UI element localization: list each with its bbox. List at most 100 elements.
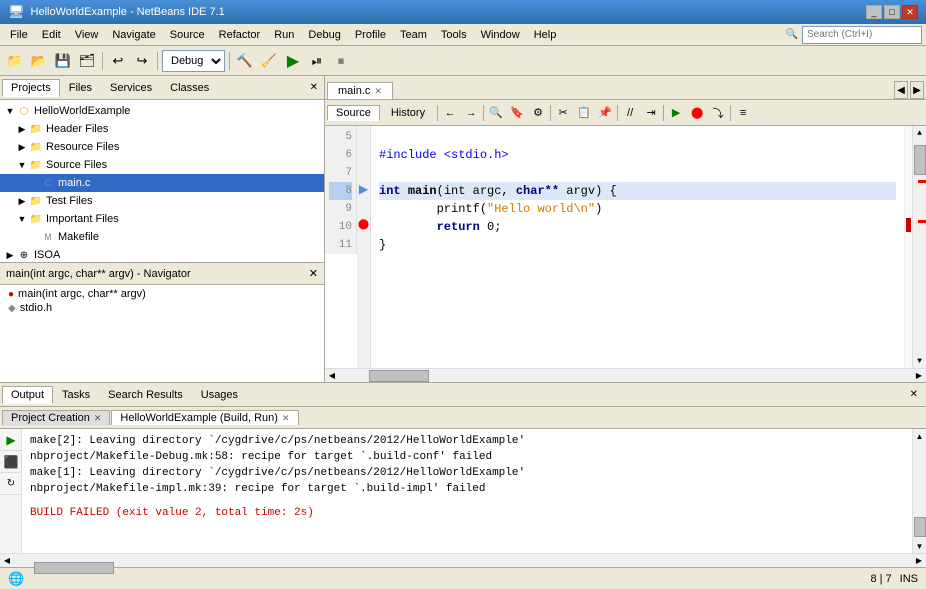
redo-button[interactable]: ↪ bbox=[131, 50, 153, 72]
maximize-button[interactable]: □ bbox=[884, 5, 900, 19]
menu-navigate[interactable]: Navigate bbox=[106, 27, 161, 43]
save-all-button[interactable]: 🗂 bbox=[76, 50, 98, 72]
output-hscroll-thumb[interactable] bbox=[34, 562, 114, 574]
menu-view[interactable]: View bbox=[69, 27, 105, 43]
hscroll-left-button[interactable]: ◀ bbox=[325, 369, 339, 383]
menu-source[interactable]: Source bbox=[164, 27, 211, 43]
output-run-button[interactable]: ▶ bbox=[0, 429, 22, 451]
tab-output[interactable]: Output bbox=[2, 386, 53, 404]
undo-button[interactable]: ↩ bbox=[107, 50, 129, 72]
menu-debug[interactable]: Debug bbox=[302, 27, 346, 43]
stop-button[interactable]: ⏹ bbox=[330, 50, 352, 72]
output-text-area[interactable]: make[2]: Leaving directory `/cygdrive/c/… bbox=[22, 429, 912, 553]
output-tab-project-close[interactable]: ✕ bbox=[94, 413, 102, 424]
build-button[interactable]: 🔨 bbox=[234, 50, 256, 72]
vscroll-thumb[interactable] bbox=[914, 145, 926, 175]
output-vscroll-thumb[interactable] bbox=[914, 517, 926, 537]
expand-important-icon[interactable]: ▼ bbox=[16, 214, 28, 224]
output-hscroll-right[interactable]: ▶ bbox=[912, 554, 926, 568]
et-comment-button[interactable]: // bbox=[620, 103, 640, 123]
vscroll-track[interactable] bbox=[913, 140, 926, 354]
expand-isoa-icon[interactable]: ▶ bbox=[4, 250, 16, 261]
editor-area[interactable]: 5 6 7 8 9 10 11 ▶ bbox=[325, 126, 926, 368]
project-tree[interactable]: ▼ ⬡ HelloWorldExample ▶ 📁 Header Files ▶… bbox=[0, 100, 324, 262]
menu-profile[interactable]: Profile bbox=[349, 27, 392, 43]
menu-run[interactable]: Run bbox=[268, 27, 300, 43]
expand-test-icon[interactable]: ▶ bbox=[16, 196, 28, 207]
vscroll-up-button[interactable]: ▲ bbox=[913, 126, 926, 140]
et-cut-button[interactable]: ✂ bbox=[553, 103, 573, 123]
list-item[interactable]: ▶ ⊕ ISOA bbox=[0, 246, 324, 262]
menu-team[interactable]: Team bbox=[394, 27, 433, 43]
output-vscroll[interactable]: ▲ ▼ bbox=[912, 429, 926, 553]
editor-hscroll[interactable]: ◀ ▶ bbox=[325, 368, 926, 382]
menu-help[interactable]: Help bbox=[528, 27, 563, 43]
open-button[interactable]: 📂 bbox=[28, 50, 50, 72]
menu-refactor[interactable]: Refactor bbox=[213, 27, 267, 43]
menu-edit[interactable]: Edit bbox=[36, 27, 67, 43]
navigator-close[interactable]: ✕ bbox=[309, 267, 318, 280]
menu-file[interactable]: File bbox=[4, 27, 34, 43]
menu-window[interactable]: Window bbox=[475, 27, 526, 43]
search-input[interactable] bbox=[802, 26, 922, 44]
close-button[interactable]: ✕ bbox=[902, 5, 918, 19]
list-item[interactable]: M Makefile bbox=[0, 228, 324, 246]
list-item[interactable]: ▶ 📁 Test Files bbox=[0, 192, 324, 210]
output-vscroll-down[interactable]: ▼ bbox=[913, 539, 926, 553]
tab-projects[interactable]: Projects bbox=[2, 79, 60, 97]
output-tab-build-close[interactable]: ✕ bbox=[282, 413, 290, 424]
bottom-panel-close[interactable]: ✕ bbox=[904, 387, 924, 402]
et-toggle-button[interactable]: ⚙ bbox=[528, 103, 548, 123]
expand-resource-icon[interactable]: ▶ bbox=[16, 142, 28, 153]
editor-vscroll[interactable]: ▲ ▼ bbox=[912, 126, 926, 368]
menu-tools[interactable]: Tools bbox=[435, 27, 473, 43]
et-paste-button[interactable]: 📌 bbox=[595, 103, 615, 123]
output-hscroll[interactable]: ◀ ▶ bbox=[0, 553, 926, 567]
output-hscroll-left[interactable]: ◀ bbox=[0, 554, 14, 568]
tab-search-results[interactable]: Search Results bbox=[99, 386, 192, 404]
run-button[interactable]: ▶ bbox=[282, 50, 304, 72]
et-debug-button[interactable]: ▶ bbox=[666, 103, 686, 123]
et-format-button[interactable]: ⇥ bbox=[641, 103, 661, 123]
output-vscroll-track[interactable] bbox=[913, 443, 926, 539]
hscroll-right-button[interactable]: ▶ bbox=[912, 369, 926, 383]
et-forward-button[interactable]: → bbox=[461, 103, 481, 123]
nav-item-main[interactable]: ● main(int argc, char** argv) bbox=[4, 287, 320, 301]
code-editor[interactable]: #include <stdio.h> int main(int argc, ch… bbox=[371, 126, 904, 368]
nav-item-stdio[interactable]: ◆ stdio.h bbox=[4, 301, 320, 315]
config-select[interactable]: Debug bbox=[162, 50, 225, 72]
tree-root[interactable]: ▼ ⬡ HelloWorldExample bbox=[0, 102, 324, 120]
clean-button[interactable]: 🧹 bbox=[258, 50, 280, 72]
list-item[interactable]: ▶ 📁 Resource Files bbox=[0, 138, 324, 156]
tab-scroll-right[interactable]: ▶ bbox=[910, 81, 924, 99]
hscroll-track[interactable] bbox=[339, 369, 912, 382]
hscroll-thumb[interactable] bbox=[369, 370, 429, 382]
vscroll-down-button[interactable]: ▼ bbox=[913, 354, 926, 368]
list-item[interactable]: ▼ 📁 Source Files bbox=[0, 156, 324, 174]
save-button[interactable]: 💾 bbox=[52, 50, 74, 72]
history-tab[interactable]: History bbox=[382, 105, 434, 121]
output-stop-button[interactable]: ⬛ bbox=[0, 451, 22, 473]
et-back-button[interactable]: ← bbox=[440, 103, 460, 123]
et-more-button[interactable]: ≡ bbox=[733, 103, 753, 123]
et-breakpoint-button[interactable]: ⬤ bbox=[687, 103, 707, 123]
editor-tab-close[interactable]: ✕ bbox=[374, 86, 382, 97]
list-item[interactable]: ▶ 📁 Header Files bbox=[0, 120, 324, 138]
et-step-button[interactable]: ⤵ bbox=[708, 103, 728, 123]
tab-usages[interactable]: Usages bbox=[192, 386, 247, 404]
et-bookmark-button[interactable]: 🔖 bbox=[507, 103, 527, 123]
list-item[interactable]: ▼ 📁 Important Files bbox=[0, 210, 324, 228]
left-panel-close[interactable]: ✕ bbox=[306, 80, 322, 95]
et-copy-button[interactable]: 📋 bbox=[574, 103, 594, 123]
tab-classes[interactable]: Classes bbox=[161, 79, 218, 97]
output-tab-project-creation[interactable]: Project Creation ✕ bbox=[2, 410, 110, 425]
tab-scroll-left[interactable]: ◀ bbox=[894, 81, 908, 99]
expand-root-icon[interactable]: ▼ bbox=[4, 106, 16, 116]
tab-tasks[interactable]: Tasks bbox=[53, 386, 99, 404]
et-search-button[interactable]: 🔍 bbox=[486, 103, 506, 123]
minimize-button[interactable]: _ bbox=[866, 5, 882, 19]
expand-header-icon[interactable]: ▶ bbox=[16, 124, 28, 135]
expand-source-icon[interactable]: ▼ bbox=[16, 160, 28, 170]
output-tab-build-run[interactable]: HelloWorldExample (Build, Run) ✕ bbox=[111, 410, 298, 425]
source-tab[interactable]: Source bbox=[327, 105, 380, 121]
